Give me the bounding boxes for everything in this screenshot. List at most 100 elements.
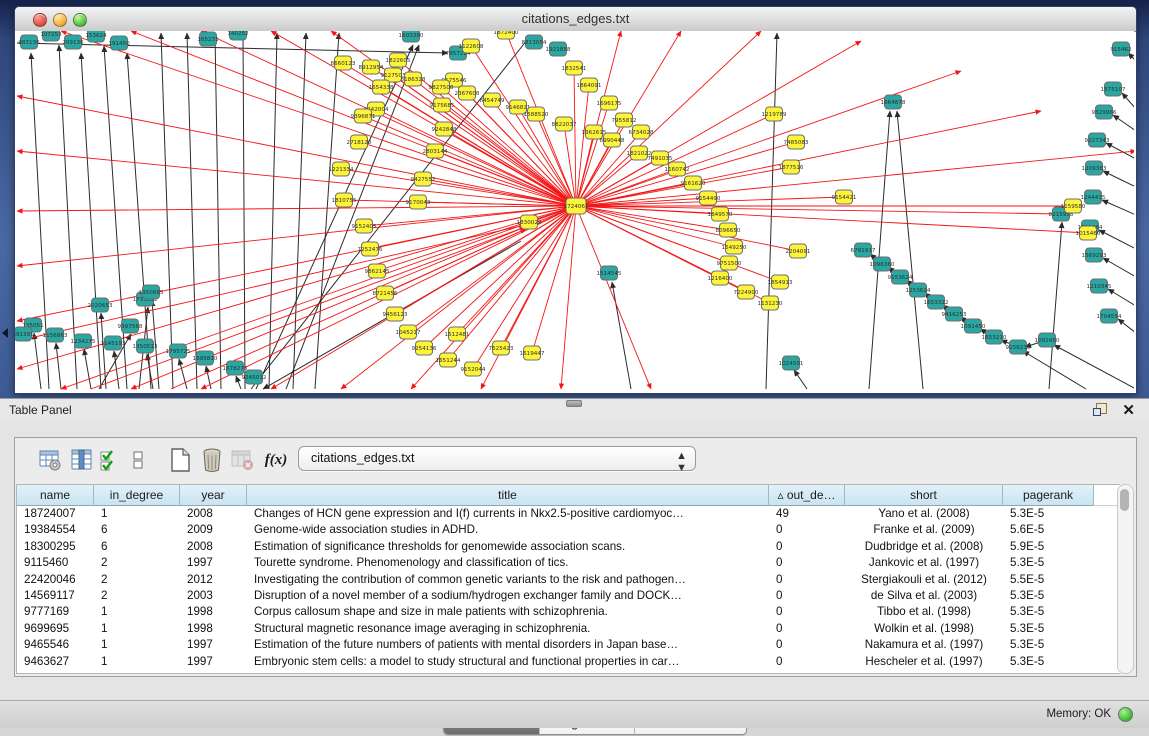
network-node[interactable]: 7224900	[734, 285, 759, 299]
network-node[interactable]: 1651244	[436, 353, 461, 367]
network-node[interactable]: 1619447	[520, 346, 545, 360]
network-node[interactable]: 9152405	[352, 219, 377, 233]
column-settings-icon[interactable]	[67, 445, 97, 475]
network-node[interactable]: 9175685	[430, 98, 455, 112]
table-row[interactable]: 946362711997Embryonic stem cells: a mode…	[17, 654, 1120, 670]
network-node[interactable]: 9161620	[681, 176, 706, 190]
network-node[interactable]: 7955812	[612, 113, 637, 127]
network-node[interactable]: 2803144	[423, 144, 448, 158]
network-node[interactable]: 1024501	[779, 356, 804, 370]
network-node[interactable]: 7525423	[489, 341, 514, 355]
network-node[interactable]: 1864091	[577, 78, 602, 92]
network-node[interactable]: 1350685	[139, 285, 164, 299]
network-node[interactable]: 107253	[40, 31, 62, 41]
network-node[interactable]: 983136	[18, 35, 40, 49]
network-node[interactable]: 1795725	[166, 344, 191, 358]
network-window[interactable]: citations_edges.txt 98313610725320913615…	[14, 6, 1137, 394]
network-node[interactable]: 153624	[85, 31, 107, 42]
network-node[interactable]: 9152044	[461, 362, 486, 376]
column-header-pagerank[interactable]: pagerank	[1003, 485, 1094, 506]
network-node[interactable]: 1695810	[193, 351, 218, 365]
network-node[interactable]: 2204091	[786, 244, 811, 258]
network-node[interactable]: 391391	[15, 327, 34, 341]
network-node[interactable]: 9154421	[832, 190, 857, 204]
network-node[interactable]: 165231	[197, 32, 219, 46]
network-node[interactable]: 9154490	[696, 191, 721, 205]
network-node[interactable]: 1854913	[768, 275, 793, 289]
network-node[interactable]: 8454749	[480, 93, 505, 107]
network-node[interactable]: 1091450	[961, 319, 986, 333]
table-row[interactable]: 1456911722003Disruption of a novel membe…	[17, 588, 1120, 604]
network-node[interactable]: 9254136	[412, 341, 437, 355]
network-node[interactable]: 1877516	[779, 160, 804, 174]
select-all-icon[interactable]	[95, 445, 125, 475]
network-node[interactable]: 1209383	[1082, 161, 1107, 175]
memory-status-icon[interactable]	[1118, 707, 1133, 722]
network-node[interactable]: 1872400	[494, 31, 519, 39]
network-node[interactable]: 915462	[1110, 42, 1131, 56]
network-node[interactable]: 9153624	[888, 270, 913, 284]
network-node[interactable]: 1131230	[758, 296, 783, 310]
new-document-icon[interactable]	[165, 445, 195, 475]
column-header-out_de[interactable]: ▵ out_de…	[769, 485, 845, 506]
network-node[interactable]: 1588520	[524, 107, 549, 121]
network-node[interactable]: 1696175	[597, 96, 622, 110]
network-node[interactable]: 8822037	[552, 117, 577, 131]
network-node[interactable]: 8912954	[359, 60, 384, 74]
network-node[interactable]: 8813054	[522, 35, 547, 49]
network-canvas[interactable]: 9831361072532091361536241914501652311402…	[15, 31, 1134, 391]
network-node[interactable]: 9227343	[1085, 133, 1110, 147]
table-row[interactable]: 969969511998Structural magnetic resonanc…	[17, 621, 1120, 637]
network-node[interactable]: 1514545	[597, 266, 622, 280]
network-node[interactable]: 1575107	[1101, 82, 1126, 96]
network-node[interactable]: 6734028	[629, 125, 654, 139]
network-node[interactable]: 9245012	[242, 370, 267, 384]
network-node[interactable]: 1724061	[564, 198, 589, 214]
network-node[interactable]: 1678275	[223, 361, 248, 375]
network-node[interactable]: 9397568	[118, 319, 143, 333]
network-node[interactable]: 9156230	[1006, 340, 1031, 354]
network-node[interactable]: 9427552	[411, 172, 436, 186]
function-builder-icon[interactable]: f(x)	[261, 445, 291, 475]
network-node[interactable]: 6791917	[851, 243, 876, 257]
network-node[interactable]: 8096650	[716, 223, 741, 237]
network-node[interactable]: 1159580	[1061, 199, 1086, 213]
vertical-scrollbar[interactable]	[1117, 484, 1134, 674]
network-node[interactable]: 140252	[227, 31, 248, 40]
network-node[interactable]: 1849570	[708, 207, 733, 221]
network-node[interactable]: 8186328	[401, 72, 426, 86]
table-row[interactable]: 2242004622012Investigating the contribut…	[17, 572, 1120, 588]
splitter-grip[interactable]	[566, 400, 582, 407]
network-node[interactable]: 1810755	[332, 193, 357, 207]
column-header-title[interactable]: title	[247, 485, 769, 506]
network-node[interactable]: 2718120	[347, 135, 372, 149]
delete-icon[interactable]	[197, 445, 227, 475]
network-node[interactable]: 8990448	[600, 133, 625, 147]
scrollbar-thumb[interactable]	[1120, 489, 1129, 511]
window-titlebar[interactable]: citations_edges.txt	[15, 7, 1136, 32]
network-node[interactable]: 9751500	[717, 256, 742, 270]
network-node[interactable]: 1653210	[982, 330, 1007, 344]
network-node[interactable]: 1832541	[562, 61, 587, 75]
column-header-in_degree[interactable]: in_degree	[94, 485, 180, 506]
network-node[interactable]: 2020653	[88, 298, 113, 312]
network-node[interactable]: 9862145	[365, 264, 390, 278]
network-node[interactable]: 8660123	[331, 56, 356, 70]
network-node[interactable]: 1092450	[1035, 333, 1060, 347]
network-node[interactable]: 1096360	[870, 257, 895, 271]
network-node[interactable]: 1350513	[133, 339, 158, 353]
network-node[interactable]: 1549250	[722, 240, 747, 254]
network-node[interactable]: 191450	[108, 36, 130, 50]
network-node[interactable]: 1921858	[546, 42, 571, 56]
table-row[interactable]: 1830029562008Estimation of significance …	[17, 539, 1120, 555]
float-panel-icon[interactable]	[1093, 403, 1107, 416]
panel-collapse-handle[interactable]	[2, 328, 8, 338]
column-header-name[interactable]: name	[17, 485, 94, 506]
network-node[interactable]: 1122608	[459, 39, 484, 53]
network-node[interactable]: 2367608	[455, 86, 480, 100]
unselect-all-icon[interactable]	[123, 445, 153, 475]
network-node[interactable]: 1045217	[396, 325, 421, 339]
table-selector-dropdown[interactable]: citations_edges.txt ▲▼	[298, 446, 696, 471]
table-row[interactable]: 1872400712008Changes of HCN gene express…	[17, 506, 1120, 522]
table-row[interactable]: 946554611997Estimation of the future num…	[17, 637, 1120, 653]
